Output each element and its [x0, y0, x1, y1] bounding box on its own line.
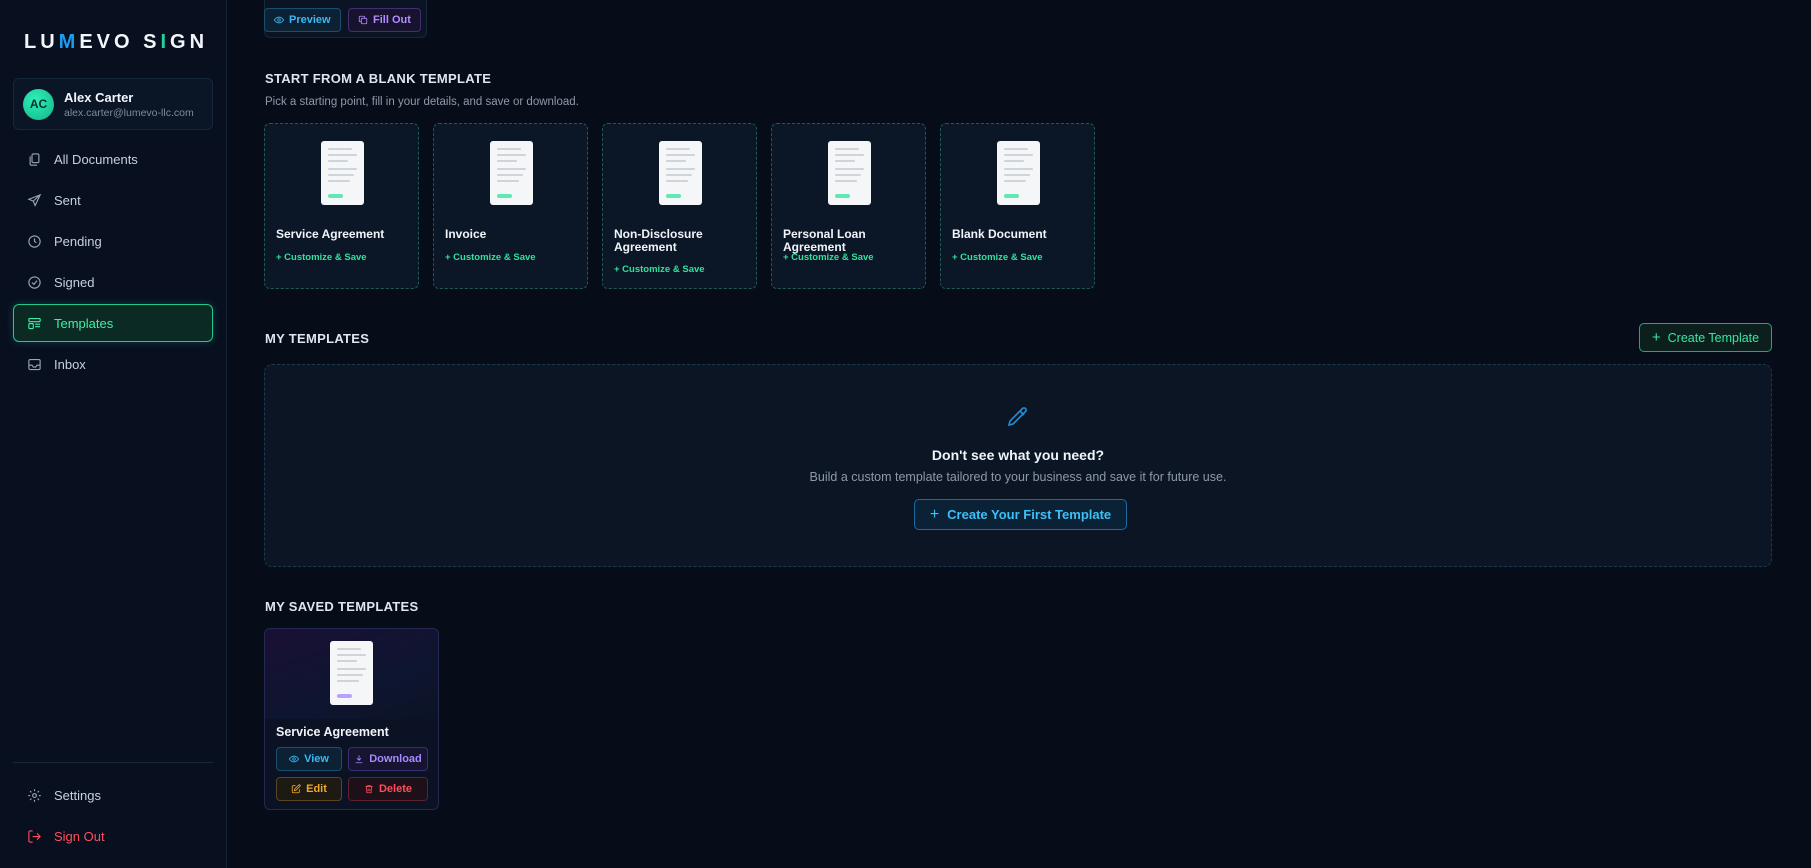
create-template-button[interactable]: + Create Template [1639, 323, 1772, 352]
sidebar-item-settings[interactable]: Settings [13, 776, 213, 814]
document-thumbnail-icon [330, 641, 373, 705]
document-thumbnail-icon [321, 141, 364, 205]
fill-out-label: Fill Out [373, 14, 411, 26]
preview-label: Preview [289, 14, 331, 26]
blank-templates-title: START FROM A BLANK TEMPLATE [265, 71, 492, 86]
eye-icon [289, 755, 300, 763]
user-name: Alex Carter [64, 89, 134, 105]
template-name: Invoice [445, 227, 487, 241]
sidebar-item-sent[interactable]: Sent [13, 181, 213, 219]
gear-icon [28, 788, 41, 802]
customize-save-link[interactable]: + Customize & Save [952, 252, 1043, 263]
plus-icon: + [1651, 329, 1661, 346]
sidebar-item-templates[interactable]: Templates [13, 304, 213, 342]
user-info: Alex Carter alex.carter@lumevo-llc.com [64, 90, 194, 119]
view-button[interactable]: View [276, 747, 342, 771]
download-button[interactable]: Download [348, 747, 428, 771]
check-circle-icon [28, 275, 41, 289]
sidebar-item-label: Pending [54, 233, 102, 249]
sidebar-item-label: Inbox [54, 356, 86, 372]
send-icon [27, 193, 42, 207]
user-email: alex.carter@lumevo-llc.com [64, 106, 194, 119]
download-label: Download [369, 753, 422, 765]
preview-button[interactable]: Preview [264, 8, 341, 32]
blank-templates-subtitle: Pick a starting point, fill in your deta… [265, 96, 579, 108]
pencil-icon [1007, 407, 1027, 427]
edit-icon [291, 784, 301, 794]
view-label: View [304, 753, 329, 765]
saved-template-card[interactable]: Service Agreement View Download Edit Del… [264, 628, 439, 810]
sidebar-divider [13, 762, 213, 763]
eye-icon [274, 16, 284, 24]
empty-subtitle: Build a custom template tailored to your… [809, 470, 1227, 484]
edit-button[interactable]: Edit [276, 777, 342, 801]
template-name: Blank Document [952, 227, 1047, 241]
document-thumbnail-icon [828, 141, 871, 205]
customize-save-link[interactable]: + Customize & Save [783, 252, 874, 263]
avatar: AC [23, 88, 54, 120]
template-card-service-agreement[interactable]: Service Agreement + Customize & Save [264, 123, 419, 289]
document-thumbnail-icon [659, 141, 702, 205]
sidebar-nav: All Documents Sent Pending Signed Templa… [13, 140, 213, 386]
template-card-nda[interactable]: Non-Disclosure Agreement + Customize & S… [602, 123, 757, 289]
download-icon [355, 755, 363, 764]
sidebar: LUMEVO SIGN AC Alex Carter alex.carter@l… [0, 0, 227, 868]
inbox-icon [28, 358, 41, 370]
delete-label: Delete [378, 783, 413, 795]
delete-button[interactable]: Delete [348, 777, 428, 801]
logo[interactable]: LUMEVO SIGN [24, 31, 208, 54]
template-name: Service Agreement [276, 227, 385, 241]
fill-out-button[interactable]: Fill Out [348, 8, 421, 32]
logo-part: I [160, 31, 171, 53]
trash-icon [365, 785, 373, 794]
empty-templates-panel: Don't see what you need? Build a custom … [264, 364, 1772, 567]
customize-save-link[interactable]: + Customize & Save [614, 264, 705, 275]
logo-part: LU [24, 31, 59, 53]
template-name: Personal Loan Agreement [783, 227, 866, 254]
sidebar-item-signed[interactable]: Signed [13, 263, 213, 301]
empty-title: Don't see what you need? [931, 447, 1105, 463]
sidebar-item-inbox[interactable]: Inbox [13, 345, 213, 383]
documents-icon [29, 152, 40, 166]
create-template-label: Create Template [1667, 330, 1760, 345]
template-card-blank-document[interactable]: Blank Document + Customize & Save [940, 123, 1095, 289]
sidebar-item-pending[interactable]: Pending [13, 222, 213, 260]
copy-icon [358, 15, 368, 25]
sidebar-item-label: Sign Out [54, 828, 105, 844]
sidebar-bottom-nav: Settings Sign Out [13, 776, 213, 858]
template-card-invoice[interactable]: Invoice + Customize & Save [433, 123, 588, 289]
customize-save-link[interactable]: + Customize & Save [276, 252, 367, 263]
edit-label: Edit [306, 783, 327, 795]
document-thumbnail-icon [997, 141, 1040, 205]
create-first-template-button[interactable]: + Create Your First Template [914, 499, 1127, 530]
saved-template-name: Service Agreement [276, 725, 389, 739]
plus-icon: + [929, 505, 940, 523]
sidebar-item-sign-out[interactable]: Sign Out [13, 817, 213, 855]
sidebar-item-label: Signed [54, 274, 95, 290]
clock-icon [28, 234, 41, 248]
logo-part: EVO S [79, 31, 161, 53]
user-card[interactable]: AC Alex Carter alex.carter@lumevo-llc.co… [13, 78, 213, 130]
document-thumbnail-icon [490, 141, 533, 205]
app-root: LUMEVO SIGN AC Alex Carter alex.carter@l… [0, 0, 1811, 868]
sidebar-item-all-documents[interactable]: All Documents [13, 140, 213, 178]
sidebar-item-label: All Documents [54, 151, 138, 167]
templates-icon [28, 317, 41, 329]
logo-part: GN [170, 31, 209, 53]
sign-out-icon [28, 829, 41, 843]
customize-save-link[interactable]: + Customize & Save [445, 252, 536, 263]
template-name: Non-Disclosure Agreement [614, 227, 703, 254]
logo-part: M [58, 31, 80, 53]
main-content: Preview Fill Out START FROM A BLANK TEMP… [227, 0, 1811, 868]
sidebar-item-label: Settings [54, 787, 101, 803]
template-card-personal-loan[interactable]: Personal Loan Agreement + Customize & Sa… [771, 123, 926, 289]
sidebar-item-label: Templates [54, 315, 114, 331]
saved-template-preview [265, 629, 438, 719]
create-first-template-label: Create Your First Template [947, 507, 1112, 522]
my-templates-title: MY TEMPLATES [265, 331, 370, 346]
sidebar-item-label: Sent [54, 192, 81, 208]
saved-templates-title: MY SAVED TEMPLATES [265, 599, 419, 614]
